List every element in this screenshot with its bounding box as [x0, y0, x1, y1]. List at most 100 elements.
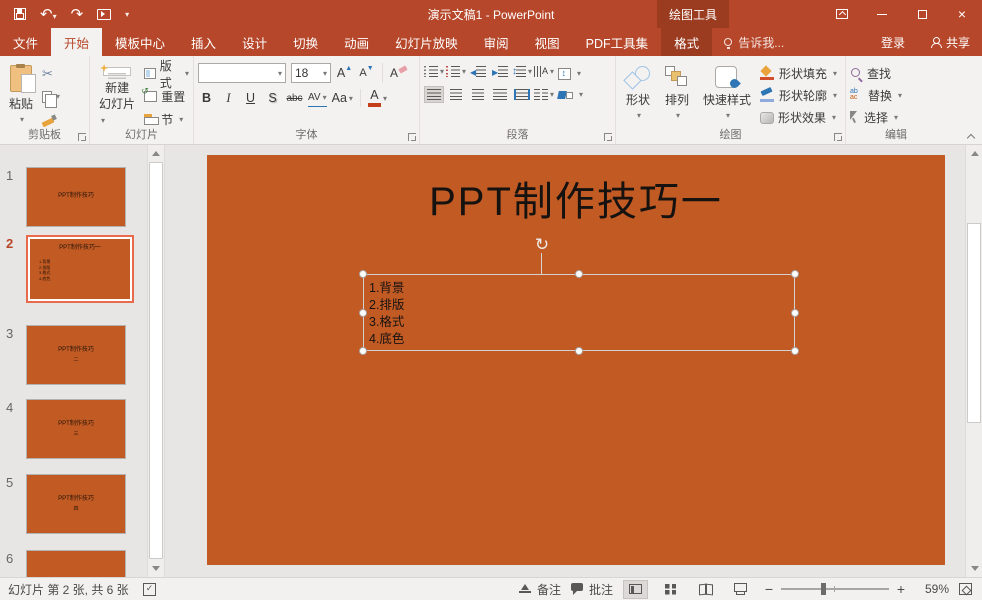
undo-button[interactable]: ↶▾	[40, 7, 57, 22]
tab-slideshow[interactable]: 幻灯片放映	[382, 28, 471, 56]
tab-animations[interactable]: 动画	[331, 28, 382, 56]
selected-text-box[interactable]: 1.背景 2.排版 3.格式 4.底色	[363, 274, 795, 351]
start-slideshow-icon[interactable]	[97, 9, 111, 20]
increase-indent-button[interactable]: ▶	[490, 63, 510, 80]
arrange-button[interactable]: 排列	[660, 61, 694, 128]
thumbnail-slide-3[interactable]: 3 PPT制作技巧 二	[6, 325, 147, 385]
collapse-ribbon-button[interactable]	[967, 134, 976, 140]
cut-icon[interactable]: ✂	[42, 65, 60, 82]
maximize-button[interactable]	[902, 0, 942, 28]
new-slide-button[interactable]: 新建 幻灯片	[94, 61, 140, 128]
rotate-handle[interactable]: ↻	[534, 237, 550, 253]
thumbnail-slide-1[interactable]: 1 PPT制作技巧	[6, 167, 147, 227]
tab-design[interactable]: 设计	[229, 28, 280, 56]
decrease-indent-button[interactable]: ◀	[468, 63, 488, 80]
align-center-button[interactable]	[446, 86, 466, 103]
tab-transitions[interactable]: 切换	[280, 28, 331, 56]
shapes-button[interactable]: 形状	[620, 61, 656, 128]
scroll-up-arrow[interactable]	[149, 146, 163, 161]
slide-1-preview[interactable]: PPT制作技巧	[26, 167, 126, 227]
shrink-font-button[interactable]: A▼	[358, 64, 375, 82]
zoom-slider[interactable]	[781, 588, 889, 590]
thumbnail-slide-2[interactable]: 2 PPT制作技巧一 1.背景 2.排版 3.格式 4.底色	[6, 235, 147, 303]
align-left-button[interactable]	[424, 86, 444, 103]
resize-handle-nw[interactable]	[359, 270, 367, 278]
zoom-in-button[interactable]: +	[895, 581, 907, 597]
font-name-combo[interactable]: ▾	[198, 63, 286, 83]
tab-template-center[interactable]: 模板中心	[102, 28, 178, 56]
scrollbar-thumb[interactable]	[967, 223, 981, 423]
font-color-button[interactable]: A	[368, 89, 387, 107]
drawing-dialog-launcher[interactable]	[834, 133, 842, 141]
clipboard-dialog-launcher[interactable]	[78, 133, 86, 141]
clear-formatting-button[interactable]: A	[390, 66, 405, 80]
shape-fill-button[interactable]: 形状填充	[760, 65, 837, 82]
thumbnail-slide-4[interactable]: 4 PPT制作技巧 三	[6, 399, 147, 459]
strikethrough-button[interactable]: abc	[286, 89, 303, 107]
layout-button[interactable]: 版式	[144, 65, 189, 82]
copy-button[interactable]: ▾	[42, 88, 60, 105]
save-icon[interactable]	[14, 8, 26, 20]
reset-button[interactable]: 重置	[144, 88, 189, 105]
tab-review[interactable]: 审阅	[471, 28, 522, 56]
grow-font-button[interactable]: A▲	[336, 64, 353, 82]
paragraph-dialog-launcher[interactable]	[604, 133, 612, 141]
slide-4-preview[interactable]: PPT制作技巧 三	[26, 399, 126, 459]
scroll-up-arrow[interactable]	[968, 146, 982, 161]
spell-check-icon[interactable]	[143, 583, 156, 596]
normal-view-button[interactable]	[623, 580, 648, 599]
slideshow-view-button[interactable]	[728, 580, 753, 599]
minimize-button[interactable]	[862, 0, 902, 28]
fit-to-window-button[interactable]	[959, 583, 972, 595]
slide-3-preview[interactable]: PPT制作技巧 二	[26, 325, 126, 385]
tab-home[interactable]: 开始	[51, 28, 102, 56]
quick-styles-button[interactable]: 快速样式	[698, 61, 756, 128]
shape-effects-button[interactable]: 形状效果	[760, 109, 837, 126]
text-shadow-button[interactable]: S	[264, 89, 281, 107]
zoom-out-button[interactable]: −	[763, 581, 775, 597]
resize-handle-n[interactable]	[575, 270, 583, 278]
qat-customize-button[interactable]: ▾	[125, 10, 129, 19]
editor-scrollbar[interactable]	[965, 145, 982, 577]
tab-file[interactable]: 文件	[0, 28, 51, 56]
resize-handle-ne[interactable]	[791, 270, 799, 278]
slide-2-preview[interactable]: PPT制作技巧一 1.背景 2.排版 3.格式 4.底色	[30, 239, 130, 299]
text-direction-button[interactable]	[534, 63, 554, 80]
select-button[interactable]: 选择	[850, 109, 942, 126]
shape-outline-button[interactable]: 形状轮廓	[760, 87, 837, 104]
thumbnail-scrollbar[interactable]	[147, 145, 165, 577]
slide-6-preview[interactable]	[26, 550, 126, 577]
justify-button[interactable]	[490, 86, 510, 103]
resize-handle-w[interactable]	[359, 309, 367, 317]
close-button[interactable]: ×	[942, 0, 982, 28]
tab-view[interactable]: 视图	[522, 28, 573, 56]
tab-insert[interactable]: 插入	[178, 28, 229, 56]
slide-canvas[interactable]: PPT制作技巧一 ↻ 1.背景 2.排版 3.格式 4.底色	[207, 155, 945, 565]
resize-handle-s[interactable]	[575, 347, 583, 355]
distribute-button[interactable]	[512, 86, 532, 103]
tab-pdf-tools[interactable]: PDF工具集	[573, 28, 662, 56]
change-case-button[interactable]: Aa	[332, 89, 353, 107]
resize-handle-se[interactable]	[791, 347, 799, 355]
zoom-slider-thumb[interactable]	[821, 583, 826, 595]
tell-me-box[interactable]: 告诉我...	[712, 28, 796, 56]
bold-button[interactable]: B	[198, 89, 215, 107]
slide-title-text[interactable]: PPT制作技巧一	[207, 169, 945, 227]
thumbnail-slide-5[interactable]: 5 PPT制作技巧 四	[6, 474, 147, 534]
replace-button[interactable]: abac替换	[850, 87, 942, 104]
scroll-down-arrow[interactable]	[149, 561, 163, 576]
paste-button[interactable]: 粘贴	[4, 61, 38, 128]
align-text-button[interactable]	[558, 65, 583, 82]
comments-button[interactable]: 批注	[571, 581, 613, 598]
scroll-down-arrow[interactable]	[968, 561, 982, 576]
slide-5-preview[interactable]: PPT制作技巧 四	[26, 474, 126, 534]
text-box-content[interactable]: 1.背景 2.排版 3.格式 4.底色	[364, 275, 794, 348]
resize-handle-e[interactable]	[791, 309, 799, 317]
redo-button[interactable]: ↷	[71, 7, 84, 22]
italic-button[interactable]: I	[220, 89, 237, 107]
bullets-button[interactable]	[424, 63, 444, 80]
share-button[interactable]: 共享	[919, 34, 982, 51]
columns-button[interactable]	[534, 86, 554, 103]
sign-in-button[interactable]: 登录	[871, 34, 915, 51]
resize-handle-sw[interactable]	[359, 347, 367, 355]
